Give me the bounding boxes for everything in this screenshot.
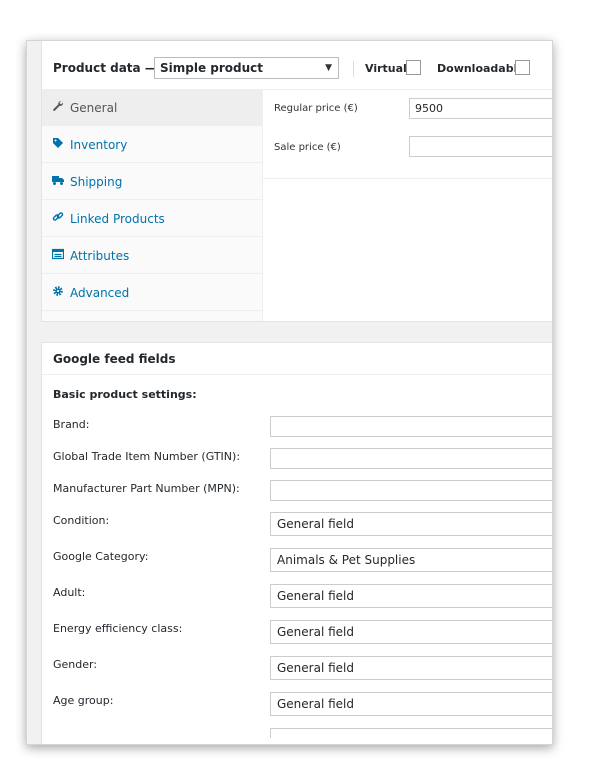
header-divider xyxy=(353,61,354,77)
age-group-label: Age group: xyxy=(53,694,114,707)
gender-label: Gender: xyxy=(53,658,98,671)
adult-select[interactable]: General field xyxy=(270,584,552,608)
basic-settings-heading: Basic product settings: xyxy=(53,388,197,401)
tag-icon xyxy=(53,138,63,148)
tab-label: Inventory xyxy=(70,138,128,152)
google-feed-panel: Google feed fields Basic product setting… xyxy=(41,342,552,744)
age-group-value: General field xyxy=(277,697,354,711)
product-data-tabs: General Inventory Shipping Linked Produc… xyxy=(42,90,263,321)
tab-advanced[interactable]: Advanced xyxy=(42,275,262,311)
product-type-select[interactable]: Simple product ▼ xyxy=(154,57,339,79)
product-data-header: Product data — Simple product ▼ Virtual:… xyxy=(42,41,552,90)
wrench-icon xyxy=(53,101,63,111)
condition-select[interactable]: General field xyxy=(270,512,552,536)
product-data-title: Product data — xyxy=(53,61,157,75)
brand-label: Brand: xyxy=(53,418,90,431)
tab-attributes[interactable]: Attributes xyxy=(42,238,262,274)
energy-efficiency-select[interactable]: General field xyxy=(270,620,552,644)
adult-label: Adult: xyxy=(53,586,86,599)
condition-value: General field xyxy=(277,517,354,531)
sale-price-label: Sale price (€) xyxy=(274,142,341,153)
regular-price-value: 9500 xyxy=(415,102,443,115)
tab-inventory[interactable]: Inventory xyxy=(42,127,262,163)
tab-label: Shipping xyxy=(70,175,123,189)
product-edit-frame: Product data — Simple product ▼ Virtual:… xyxy=(26,40,553,745)
mpn-label: Manufacturer Part Number (MPN): xyxy=(53,482,240,495)
downloadable-checkbox[interactable] xyxy=(515,60,530,75)
general-price-fields: Regular price (€) 9500 Sale price (€) xyxy=(263,90,552,179)
sale-price-input[interactable] xyxy=(409,136,552,157)
link-icon xyxy=(52,212,64,221)
age-group-select[interactable]: General field xyxy=(270,692,552,716)
google-category-select[interactable]: Animals & Pet Supplies xyxy=(270,548,552,572)
virtual-checkbox[interactable] xyxy=(406,60,421,75)
google-category-label: Google Category: xyxy=(53,550,149,563)
regular-price-input[interactable]: 9500 xyxy=(409,98,552,119)
tab-label: General xyxy=(70,101,118,115)
tab-label: Advanced xyxy=(70,286,130,300)
table-icon xyxy=(52,248,64,260)
gtin-input[interactable] xyxy=(270,448,552,469)
chevron-down-icon: ▼ xyxy=(325,63,332,73)
gear-icon xyxy=(53,286,63,296)
google-feed-title: Google feed fields xyxy=(53,352,176,366)
tab-label: Linked Products xyxy=(70,212,165,226)
gender-select[interactable]: General field xyxy=(270,656,552,680)
tab-general[interactable]: General xyxy=(42,90,262,126)
tab-shipping[interactable]: Shipping xyxy=(42,164,262,200)
next-field-partial[interactable] xyxy=(270,728,552,738)
gtin-label: Global Trade Item Number (GTIN): xyxy=(53,450,241,463)
regular-price-label: Regular price (€) xyxy=(274,103,358,114)
energy-efficiency-value: General field xyxy=(277,625,354,639)
adult-value: General field xyxy=(277,589,354,603)
gender-value: General field xyxy=(277,661,354,675)
brand-input[interactable] xyxy=(270,416,552,437)
tab-linked-products[interactable]: Linked Products xyxy=(42,201,262,237)
mpn-input[interactable] xyxy=(270,480,552,501)
product-type-value: Simple product xyxy=(160,61,264,75)
truck-icon xyxy=(52,176,64,185)
energy-efficiency-label: Energy efficiency class: xyxy=(53,622,183,635)
google-feed-header: Google feed fields xyxy=(42,343,552,375)
product-data-panel: Product data — Simple product ▼ Virtual:… xyxy=(41,41,552,322)
google-category-value: Animals & Pet Supplies xyxy=(277,553,416,567)
condition-label: Condition: xyxy=(53,514,110,527)
virtual-label: Virtual: xyxy=(365,62,412,75)
tab-label: Attributes xyxy=(70,249,130,263)
